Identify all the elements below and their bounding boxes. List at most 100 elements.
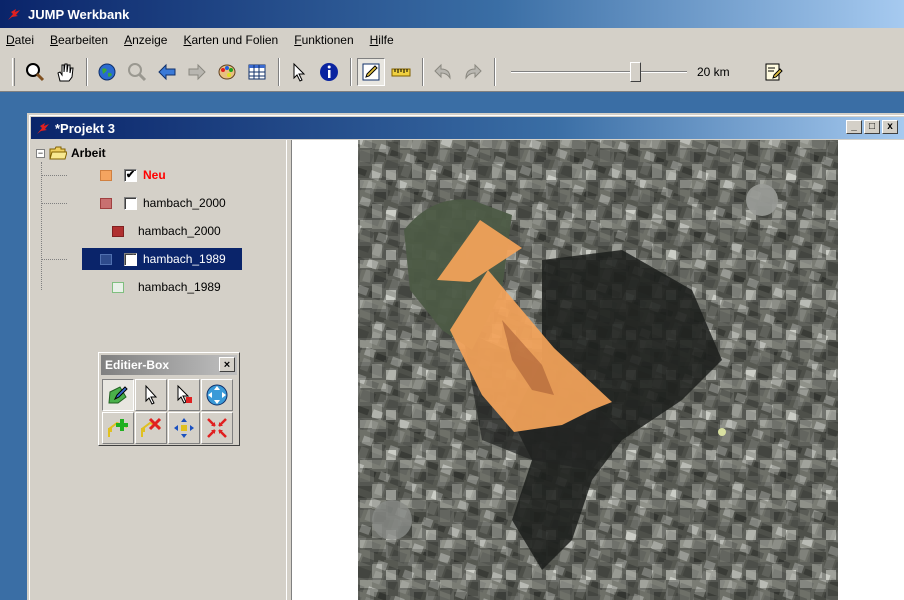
info-icon [320, 62, 338, 81]
layer-label: Neu [143, 168, 166, 182]
zoom-tool-button[interactable] [21, 58, 49, 86]
menu-karten-und-folien[interactable]: Karten und Folien [183, 33, 278, 47]
menu-anzeige[interactable]: Anzeige [124, 33, 167, 47]
pointer-arrow-icon [145, 384, 158, 405]
map-view[interactable] [292, 140, 904, 600]
layer-row-neu[interactable]: ✔ Neu [100, 164, 166, 186]
undo-button[interactable] [429, 58, 457, 86]
toolbar-separator [350, 57, 352, 86]
edit-pencil-icon [362, 63, 380, 80]
layer-label: hambach_1989 [143, 252, 226, 266]
edit-toolbox-grid [99, 377, 239, 446]
menu-bearbeiten[interactable]: Bearbeiten [50, 33, 108, 47]
layer-row-hambach-1989[interactable]: ✔ hambach_1989 [82, 248, 242, 270]
magnifier-disabled-icon [128, 62, 147, 81]
delete-vertex-button[interactable] [135, 412, 167, 444]
close-button[interactable]: x [882, 120, 898, 134]
toolbar-separator [86, 57, 88, 86]
satellite-map[interactable] [292, 140, 904, 600]
back-button[interactable] [153, 58, 181, 86]
collapse-toggle[interactable]: − [36, 148, 45, 158]
jump-logo-icon [37, 123, 49, 134]
add-vertex-icon [108, 419, 128, 437]
delete-vertex-icon [141, 417, 162, 437]
category-label: Arbeit [71, 146, 106, 160]
edit-toolbox-titlebar[interactable]: Editier-Box × [101, 355, 237, 375]
maximize-button[interactable]: □ [864, 120, 880, 134]
layer-label: hambach_2000 [143, 196, 226, 210]
info-tool-button[interactable] [315, 58, 343, 86]
redo-button[interactable] [459, 58, 487, 86]
note-pencil-icon [765, 63, 783, 80]
toolbar-separator [278, 57, 280, 86]
folder-open-icon [49, 146, 67, 160]
pan-tool-button[interactable] [51, 58, 79, 86]
undo-icon [434, 63, 451, 80]
forward-button[interactable] [183, 58, 211, 86]
layer-visibility-checkbox[interactable]: ✔ [124, 168, 137, 182]
project-titlebar[interactable]: *Projekt 3 _ □ x [31, 117, 904, 139]
arrow-left-icon [158, 63, 176, 80]
layer-visibility-checkbox[interactable] [124, 196, 137, 210]
main-toolbar: 20 km [0, 52, 904, 92]
snap-arrows-icon [207, 418, 227, 438]
style-button[interactable] [213, 58, 241, 86]
palette-icon [218, 64, 236, 79]
pointer-vertex-icon [177, 384, 192, 404]
tree-connector [41, 259, 67, 260]
minimize-button[interactable]: _ [846, 120, 862, 134]
snap-vertices-button[interactable] [201, 412, 233, 444]
edit-toolbox-button[interactable] [357, 57, 385, 86]
draw-polygon-icon [108, 386, 128, 404]
table-icon [248, 64, 266, 79]
layer-style-row-hambach-1989[interactable]: hambach_1989 [112, 276, 221, 298]
draw-polygon-button[interactable] [102, 379, 134, 411]
move-feature-button[interactable] [201, 379, 233, 411]
ruler-icon [391, 68, 411, 76]
edit-toolbox-close-button[interactable]: × [219, 357, 235, 372]
layer-color-swatch [100, 253, 112, 265]
zoom-slider-thumb[interactable] [630, 61, 641, 82]
style-color-swatch [112, 225, 124, 237]
menu-funktionen[interactable]: Funktionen [294, 33, 353, 47]
tree-connector [41, 162, 42, 290]
select-feature-button[interactable] [135, 379, 167, 411]
select-tool-button[interactable] [285, 58, 313, 86]
menu-datei[interactable]: Datei [6, 33, 34, 47]
edit-toolbox: Editier-Box × [98, 352, 240, 446]
style-color-swatch [112, 281, 124, 293]
jump-logo-icon [8, 9, 20, 20]
tree-connector [41, 175, 67, 176]
zoom-slider[interactable] [511, 60, 687, 84]
app-title: JUMP Werkbank [28, 6, 130, 22]
layer-color-swatch [100, 169, 112, 181]
select-part-button[interactable] [168, 379, 200, 411]
add-vertex-button[interactable] [102, 412, 134, 444]
magnifier-icon [26, 62, 45, 81]
pointer-arrow-icon [293, 62, 306, 82]
layer-color-swatch [100, 197, 112, 209]
zoom-full-extent-button[interactable] [93, 58, 121, 86]
edit-toolbox-title: Editier-Box [105, 358, 170, 372]
layer-visibility-checkbox[interactable]: ✔ [124, 252, 137, 266]
menu-bar: Datei Bearbeiten Anzeige Karten und Foli… [0, 28, 904, 52]
move-vertex-button[interactable] [168, 412, 200, 444]
layer-category-row[interactable]: − Arbeit [36, 142, 106, 164]
style-label: hambach_1989 [138, 280, 221, 294]
scale-label: 20 km [697, 64, 730, 79]
zoom-slider-track [511, 70, 687, 73]
toolbar-separator [422, 57, 424, 86]
measure-tool-button[interactable] [387, 58, 415, 86]
style-label: hambach_2000 [138, 224, 221, 238]
hand-icon [57, 63, 74, 81]
menu-hilfe[interactable]: Hilfe [370, 33, 394, 47]
globe-icon [98, 63, 116, 80]
app-titlebar: JUMP Werkbank [0, 0, 904, 28]
window-controls: _ □ x [844, 120, 898, 134]
toolbar-grip[interactable] [12, 57, 15, 86]
attribute-table-button[interactable] [243, 58, 271, 86]
layer-row-hambach-2000[interactable]: hambach_2000 [100, 192, 226, 214]
zoom-previous-button[interactable] [123, 58, 151, 86]
layer-style-row-hambach-2000[interactable]: hambach_2000 [112, 220, 221, 242]
notes-button[interactable] [759, 58, 787, 86]
